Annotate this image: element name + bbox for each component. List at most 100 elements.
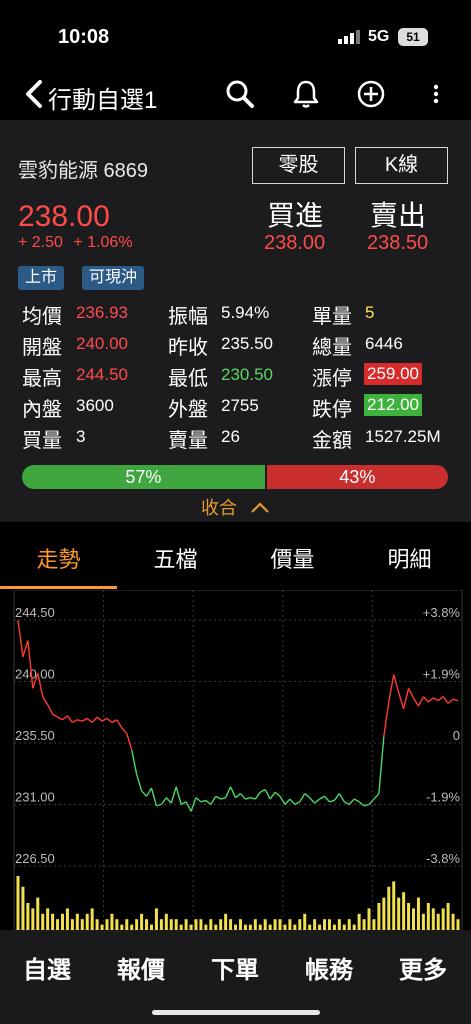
volume-bar <box>278 919 282 930</box>
nav-quote[interactable]: 報價 <box>94 950 188 985</box>
y-tick-label: 231.00 <box>15 790 55 805</box>
home-indicator <box>152 1010 320 1015</box>
volume-bar <box>362 919 366 930</box>
price-line-segment <box>91 716 98 723</box>
tab-details[interactable]: 明細 <box>351 542 468 574</box>
volume-bar <box>21 886 25 930</box>
total-volume-label: 總量 <box>312 337 352 359</box>
price-line-segment <box>333 793 340 801</box>
volume-bar <box>421 913 425 930</box>
price-line-segment <box>235 793 241 799</box>
volume-bar <box>397 897 401 930</box>
price-line-segment <box>407 688 415 699</box>
volume-bar <box>298 919 302 930</box>
volume-bar <box>95 919 99 930</box>
price-line-segment <box>141 790 148 797</box>
nav-account[interactable]: 帳務 <box>282 950 376 985</box>
price-line-segment <box>126 733 133 751</box>
volume-bar <box>229 919 233 930</box>
bell-icon[interactable] <box>290 78 322 110</box>
price-line-segment <box>52 713 58 718</box>
price-line-segment <box>150 787 158 807</box>
price-line-segment <box>215 795 222 800</box>
price-line-segment <box>447 698 454 704</box>
odd-lot-button[interactable]: 零股 <box>252 147 345 184</box>
price-line-segment <box>245 796 251 800</box>
nav-order[interactable]: 下單 <box>188 950 282 985</box>
sell-price[interactable]: 238.50 <box>367 232 428 255</box>
volume-bar <box>41 913 45 930</box>
price-line-segment <box>175 786 182 805</box>
intraday-chart-svg: 244.50 +3.8% 240.00 +1.9% 235.50 0 231.00 -1.9%… <box>13 590 463 930</box>
price-line-segment <box>72 719 78 724</box>
price-line-segment <box>225 786 232 798</box>
bid-volume-label: 買量 <box>22 430 62 452</box>
volume-bar <box>441 908 445 930</box>
buy-price[interactable]: 238.00 <box>264 232 325 255</box>
price-line-segment <box>452 698 459 702</box>
price-line-segment <box>402 688 410 709</box>
inner-volume-label: 內盤 <box>22 399 62 421</box>
volume-bar <box>164 913 168 930</box>
search-icon[interactable] <box>224 78 256 110</box>
price-line-segment <box>81 717 88 722</box>
price-line-segment <box>106 717 113 724</box>
price-line-segment <box>185 801 192 812</box>
volume-bar <box>451 913 455 930</box>
more-icon[interactable] <box>428 78 444 110</box>
volume-bar <box>154 908 158 930</box>
nav-more[interactable]: 更多 <box>376 950 470 985</box>
volume-bar <box>16 876 20 930</box>
price-line-segment <box>62 715 68 721</box>
volume-bar <box>431 908 435 930</box>
unit-volume-value: 5 <box>365 303 375 322</box>
price-line-segment <box>200 799 207 803</box>
unit-volume-label: 單量 <box>312 306 352 328</box>
back-icon[interactable] <box>22 78 44 110</box>
tab-price-volume[interactable]: 價量 <box>234 542 351 574</box>
status-time: 10:08 <box>58 26 110 48</box>
volume-bar <box>199 919 203 930</box>
price-line-segment <box>22 640 29 658</box>
volume-bar <box>169 919 173 930</box>
price-line-segment <box>264 789 271 800</box>
amount-label: 金額 <box>312 430 352 452</box>
price-line-segment <box>422 696 429 703</box>
price-line-segment <box>279 795 286 805</box>
day-trade-tag: 可現沖 <box>82 266 145 290</box>
price-line-segment <box>274 791 281 797</box>
page-title[interactable]: 行動自選1 <box>48 80 157 115</box>
volume-bar <box>159 919 163 930</box>
kline-button[interactable]: K線 <box>355 147 448 184</box>
buy-label[interactable]: 買進 <box>267 194 323 234</box>
signal-icon <box>338 30 360 44</box>
price-line-segment <box>329 799 335 803</box>
nav-watchlist[interactable]: 自選 <box>0 950 94 985</box>
volume-bar <box>65 908 69 930</box>
y-tick-label: 244.50 <box>15 605 55 620</box>
price-line-segment <box>353 798 360 803</box>
price-line-segment <box>101 717 108 722</box>
price-line-segment <box>229 786 237 798</box>
price-line-segment <box>205 799 212 806</box>
price-line-segment <box>417 696 425 707</box>
high-value: 244.50 <box>76 365 128 384</box>
current-price: 238.00 <box>18 200 110 233</box>
tab-five-levels[interactable]: 五檔 <box>117 542 234 574</box>
outer-volume-label: 外盤 <box>168 399 208 421</box>
volume-bar <box>56 919 60 930</box>
outer-volume-value: 2755 <box>221 396 259 415</box>
collapse-button[interactable]: 收合 <box>0 494 471 520</box>
volume-bar <box>194 919 198 930</box>
intraday-chart[interactable]: 244.50 +3.8% 240.00 +1.9% 235.50 0 231.00 -1.9%… <box>0 590 471 930</box>
price-line-segment <box>358 801 365 807</box>
price-line-segment <box>393 674 400 693</box>
tab-trend[interactable]: 走勢 <box>0 542 117 574</box>
volume-bar <box>219 919 223 930</box>
pct-tick-label: +3.8% <box>423 605 461 620</box>
limit-down-value: 212.00 <box>364 394 422 416</box>
ask-volume-value: 26 <box>221 427 240 446</box>
add-icon[interactable] <box>355 78 387 110</box>
network-type: 5G <box>368 28 390 45</box>
sell-label[interactable]: 賣出 <box>370 194 426 234</box>
